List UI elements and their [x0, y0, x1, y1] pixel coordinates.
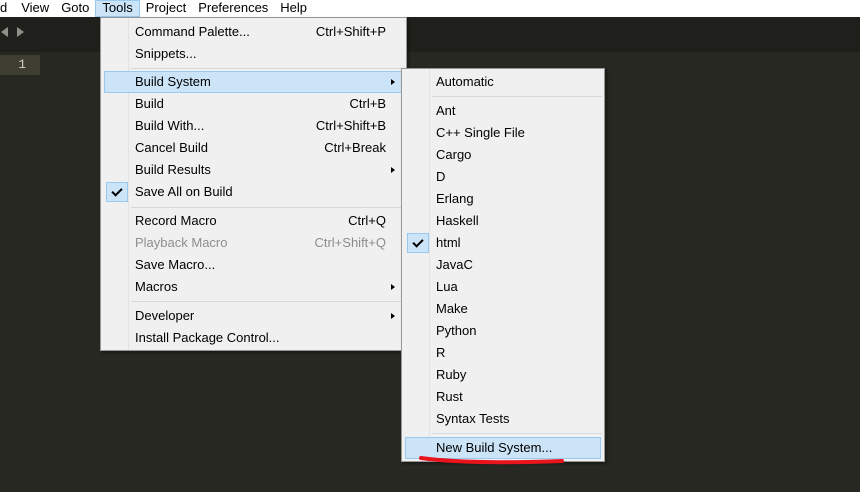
- menu-item-shortcut: Ctrl+B: [349, 96, 386, 111]
- menu-item-label: Build With...: [135, 118, 205, 133]
- menu-separator: [432, 433, 602, 434]
- menu-item-label: D: [436, 169, 446, 184]
- menu-item-label: Build System: [135, 74, 211, 89]
- menu-item-label: Ruby: [436, 367, 467, 382]
- menu-item-label: JavaC: [436, 257, 473, 272]
- menu-project[interactable]: Project: [140, 0, 192, 17]
- build-item-cargo[interactable]: Cargo: [405, 144, 601, 166]
- menu-item-shortcut: Ctrl+Shift+P: [315, 24, 386, 39]
- menu-item-label: Record Macro: [135, 213, 217, 228]
- menu-item-label: Developer: [135, 308, 195, 323]
- build-item-rust[interactable]: Rust: [405, 386, 601, 408]
- menu-item-label: Cargo: [436, 147, 472, 162]
- menu-item-build[interactable]: Build Ctrl+B: [104, 93, 403, 115]
- build-item-automatic[interactable]: Automatic: [405, 71, 601, 93]
- menu-item-label: Build: [135, 96, 164, 111]
- menu-item-label: Macros: [135, 279, 178, 294]
- menu-item-label: Build Results: [135, 162, 211, 177]
- build-item-python[interactable]: Python: [405, 320, 601, 342]
- menu-item-playback-macro: Playback Macro Ctrl+Shift+Q: [104, 232, 403, 254]
- checkmark-icon: [407, 233, 429, 253]
- menu-item-label: R: [436, 345, 446, 360]
- build-item-erlang[interactable]: Erlang: [405, 188, 601, 210]
- menu-bar: d View Goto Tools Project Preferences He…: [0, 0, 860, 17]
- menu-item-save-all-on-build[interactable]: Save All on Build: [104, 181, 403, 203]
- build-item-ant[interactable]: Ant: [405, 100, 601, 122]
- menu-item-label: Lua: [436, 279, 458, 294]
- menu-item-cancel-build[interactable]: Cancel Build Ctrl+Break: [104, 137, 403, 159]
- tools-menu: Command Palette... Ctrl+Shift+P Snippets…: [100, 17, 407, 351]
- menu-item-install-package-control[interactable]: Install Package Control...: [104, 327, 403, 349]
- menu-item-label: C++ Single File: [436, 125, 525, 140]
- submenu-arrow-icon: [391, 313, 395, 319]
- build-item-haskell[interactable]: Haskell: [405, 210, 601, 232]
- build-item-cpp-single-file[interactable]: C++ Single File: [405, 122, 601, 144]
- menu-item-label: Rust: [436, 389, 463, 404]
- menu-item-build-with[interactable]: Build With... Ctrl+Shift+B: [104, 115, 403, 137]
- submenu-arrow-icon: [391, 167, 395, 173]
- red-underline-annotation: [419, 456, 564, 465]
- build-item-javac[interactable]: JavaC: [405, 254, 601, 276]
- menu-goto[interactable]: Goto: [55, 0, 95, 17]
- menu-item-label: Save Macro...: [135, 257, 216, 272]
- menu-item-label: Save All on Build: [135, 184, 233, 199]
- menu-item-shortcut: Ctrl+Q: [348, 213, 386, 228]
- menu-view[interactable]: View: [15, 0, 55, 17]
- menu-item-label: Python: [436, 323, 477, 338]
- menu-item-label: Playback Macro: [135, 235, 228, 250]
- menu-separator: [131, 301, 402, 302]
- line-number: 1: [18, 57, 26, 72]
- menu-item-label: html: [436, 235, 461, 250]
- build-item-make[interactable]: Make: [405, 298, 601, 320]
- build-system-submenu: Automatic Ant C++ Single File Cargo D Er…: [401, 68, 605, 462]
- menu-tools[interactable]: Tools: [95, 0, 140, 17]
- menu-separator: [131, 207, 402, 208]
- menu-item-developer[interactable]: Developer: [104, 305, 403, 327]
- menu-item-label: Ant: [436, 103, 456, 118]
- build-item-ruby[interactable]: Ruby: [405, 364, 601, 386]
- menu-item-label: Command Palette...: [135, 24, 250, 39]
- menu-item-shortcut: Ctrl+Shift+B: [315, 118, 386, 133]
- build-item-lua[interactable]: Lua: [405, 276, 601, 298]
- menu-separator: [432, 96, 602, 97]
- menu-item-shortcut: Ctrl+Break: [324, 140, 386, 155]
- menu-item-label: Make: [436, 301, 468, 316]
- menu-item-label: Install Package Control...: [135, 330, 280, 345]
- build-item-html[interactable]: html: [405, 232, 601, 254]
- menu-item-command-palette[interactable]: Command Palette... Ctrl+Shift+P: [104, 21, 403, 43]
- menu-help[interactable]: Help: [274, 0, 313, 17]
- menu-item-label: Snippets...: [135, 46, 197, 61]
- checkmark-icon: [106, 182, 128, 202]
- menu-item-record-macro[interactable]: Record Macro Ctrl+Q: [104, 210, 403, 232]
- menu-item-shortcut: Ctrl+Shift+Q: [314, 235, 386, 250]
- menu-edit[interactable]: d: [0, 0, 15, 17]
- menu-item-macros[interactable]: Macros: [104, 276, 403, 298]
- menu-item-label: Haskell: [436, 213, 479, 228]
- build-item-d[interactable]: D: [405, 166, 601, 188]
- build-item-syntax-tests[interactable]: Syntax Tests: [405, 408, 601, 430]
- menu-preferences[interactable]: Preferences: [192, 0, 274, 17]
- menu-separator: [131, 68, 402, 69]
- menu-item-label: Erlang: [436, 191, 474, 206]
- submenu-arrow-icon: [391, 284, 395, 290]
- menu-item-save-macro[interactable]: Save Macro...: [104, 254, 403, 276]
- menu-item-label: Automatic: [436, 74, 494, 89]
- menu-item-snippets[interactable]: Snippets...: [104, 43, 403, 65]
- build-item-r[interactable]: R: [405, 342, 601, 364]
- menu-item-label: Syntax Tests: [436, 411, 510, 426]
- submenu-arrow-icon: [391, 79, 395, 85]
- menu-item-build-results[interactable]: Build Results: [104, 159, 403, 181]
- menu-item-build-system[interactable]: Build System: [104, 71, 403, 93]
- left-arrow-icon[interactable]: [1, 27, 8, 37]
- right-arrow-icon[interactable]: [17, 27, 24, 37]
- menu-item-label: Cancel Build: [135, 140, 208, 155]
